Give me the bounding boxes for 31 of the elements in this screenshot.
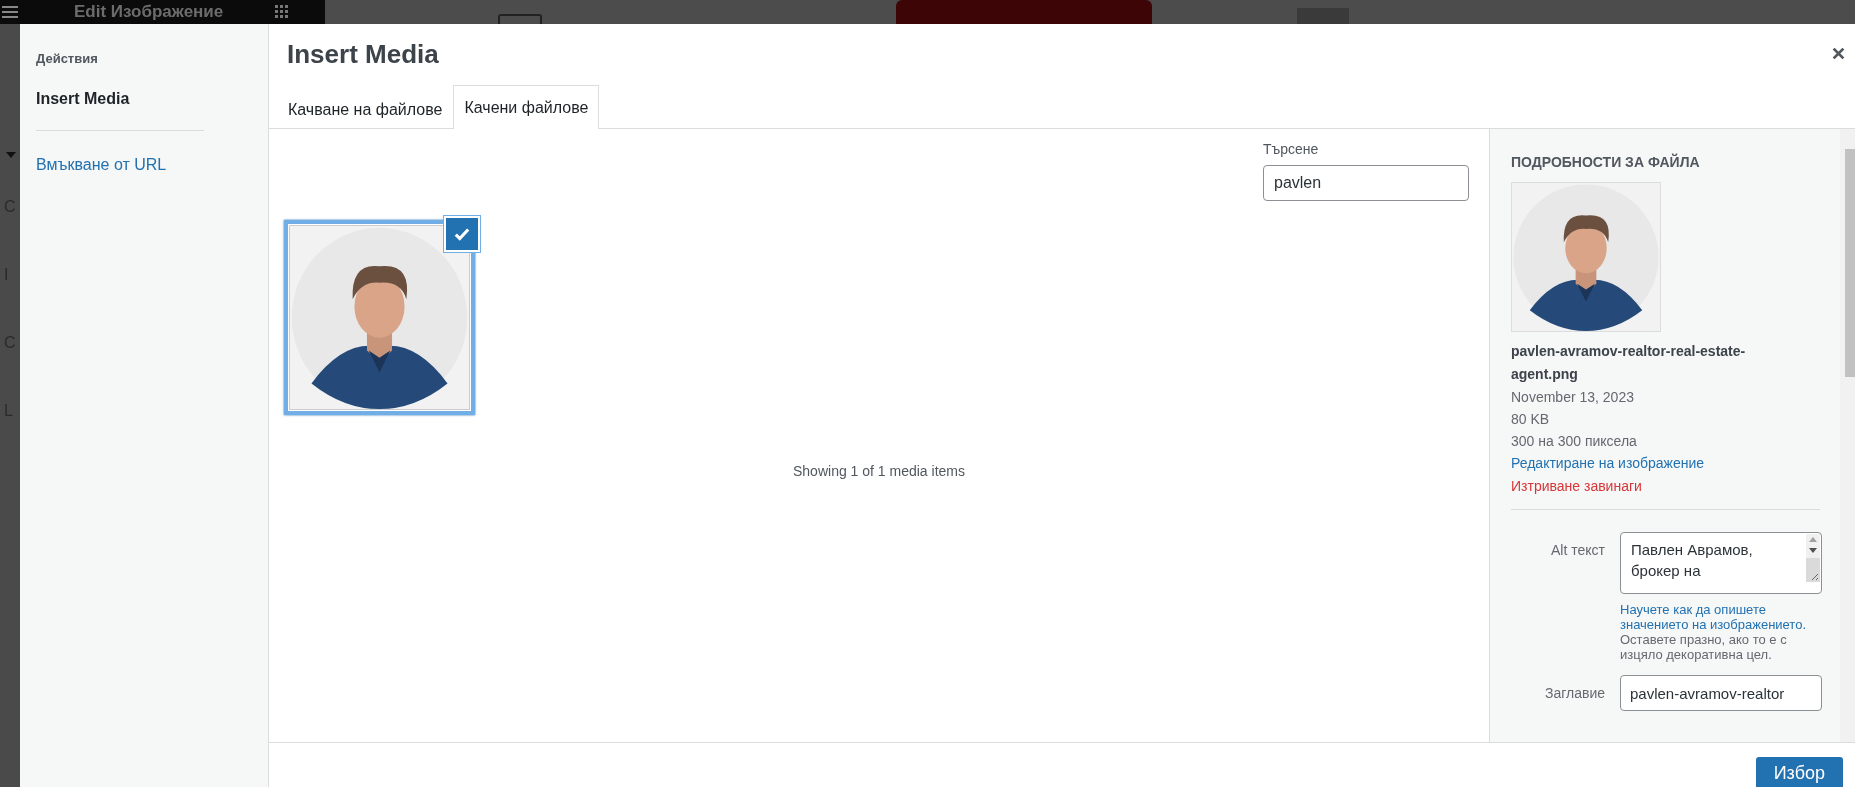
file-info: November 13, 2023 — [1511, 388, 1635, 407]
menu-icon[interactable] — [2, 5, 18, 19]
checkbox[interactable] — [444, 216, 480, 252]
editor-title: Edit Изображение — [74, 2, 224, 22]
field-label: Заглавие — [1543, 684, 1606, 701]
field-label: Alt текст — [1550, 541, 1606, 558]
caret-icon — [6, 152, 16, 158]
search-label: Търсене — [1263, 141, 1320, 157]
details-heading: ПОДРОБНОСТИ ЗА ФАЙЛА — [1511, 154, 1701, 170]
file-info: 80 KB — [1511, 410, 1551, 429]
sidebar-link[interactable]: Вмъкване от URL — [36, 156, 268, 174]
modal-title: Insert Media — [287, 39, 439, 70]
alt-text-field[interactable]: Павлен Аврамов, брокер на — [1620, 532, 1822, 594]
scrollbar[interactable] — [1840, 129, 1855, 742]
sidebar-heading: Действия — [36, 51, 99, 66]
file-name: pavlen-avramov-realtor-real-estate-agent.png — [1511, 342, 1747, 384]
grid-icon[interactable] — [275, 5, 290, 19]
sidebar-item[interactable]: Insert Media — [36, 90, 268, 108]
scroll-arrows-icon[interactable] — [1806, 534, 1820, 582]
tab[interactable]: Качени файлове — [453, 85, 600, 129]
help-text: Оставете празно, ако то е с изцяло декоративна цел. — [1620, 632, 1788, 662]
search-field[interactable]: pavlen — [1263, 165, 1469, 201]
edit-link[interactable]: Редактиране на изображение — [1511, 452, 1820, 475]
title-field[interactable]: pavlen-avramov-realtor — [1620, 675, 1822, 711]
tab[interactable]: Качване на файлове — [277, 89, 454, 129]
delete-link[interactable]: Изтриване завинаги — [1511, 475, 1820, 498]
file-info: 300 на 300 пиксела — [1511, 432, 1638, 451]
media-count: Showing 1 of 1 media items — [792, 463, 966, 479]
toolbar-shape — [1297, 8, 1349, 24]
select-button[interactable]: Избор — [1755, 757, 1843, 787]
help-link[interactable]: Научете как да опишете значението на изображението. — [1620, 602, 1822, 632]
